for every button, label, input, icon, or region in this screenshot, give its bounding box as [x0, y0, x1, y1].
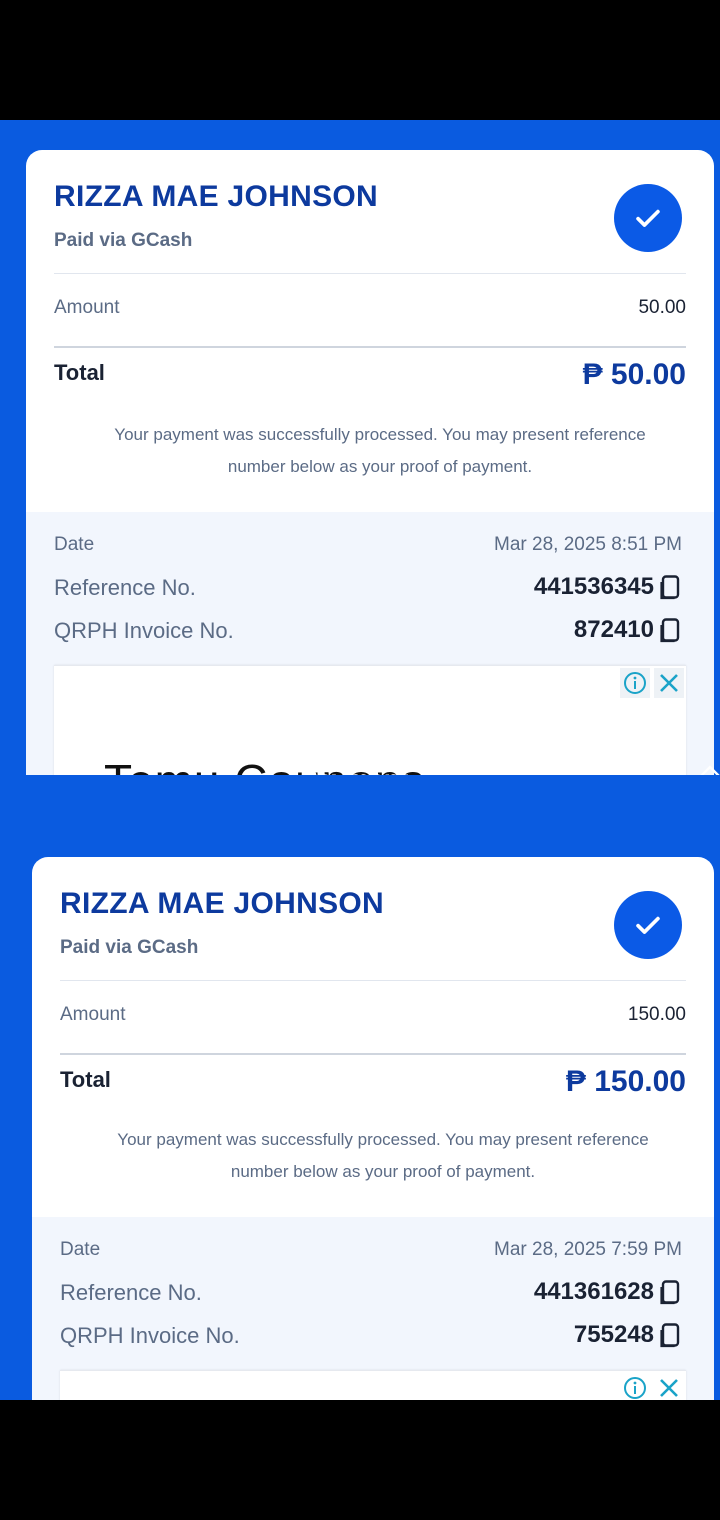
date-label: Date [54, 534, 95, 555]
total-label: Total [54, 360, 105, 385]
receipt-panel-2: RIZZA MAE JOHNSON Paid via GCash Amount … [0, 775, 720, 1400]
ad-controls [620, 1373, 684, 1400]
close-icon[interactable] [654, 1373, 684, 1400]
invoice-label: QRPH Invoice No. [54, 618, 234, 643]
success-message-line: Your payment was successfully processed.… [117, 1130, 649, 1149]
amount-label: Amount [54, 297, 120, 318]
receipt-card: RIZZA MAE JOHNSON Paid via GCash Amount … [26, 150, 714, 775]
reference-label: Reference No. [54, 575, 196, 600]
divider [60, 980, 686, 981]
invoice-value: 755248 [573, 1321, 654, 1348]
close-icon[interactable] [654, 668, 684, 698]
divider [54, 273, 686, 274]
divider [54, 346, 686, 348]
success-message: Your payment was successfully processed.… [66, 419, 694, 483]
info-icon[interactable] [620, 668, 650, 698]
total-value: ₱ 50.00 [582, 358, 686, 391]
date-value: Mar 28, 2025 8:51 PM [494, 534, 682, 555]
ad-banner[interactable] [60, 1370, 686, 1400]
success-message-line: number below as your proof of payment. [230, 1162, 536, 1181]
reference-value: 441361628 [533, 1278, 654, 1305]
date-label: Date [60, 1239, 101, 1260]
amount-label: Amount [60, 1004, 126, 1025]
date-value: Mar 28, 2025 7:59 PM [494, 1239, 682, 1260]
amount-value: 150.00 [627, 1004, 686, 1025]
transaction-details: Date Mar 28, 2025 8:51 PM Reference No. … [26, 512, 714, 775]
reference-value: 441536345 [533, 573, 654, 600]
success-message-line: Your payment was successfully processed.… [114, 425, 646, 444]
copy-icon[interactable] [660, 618, 682, 644]
divider [60, 1053, 686, 1055]
ad-banner[interactable]: Temu Coupons [54, 665, 686, 775]
success-message-line: number below as your proof of payment. [227, 457, 533, 476]
payment-method: Paid via GCash [54, 230, 193, 251]
total-label: Total [60, 1067, 111, 1092]
payment-method: Paid via GCash [60, 937, 199, 958]
payer-name: RIZZA MAE JOHNSON [60, 887, 384, 920]
copy-icon[interactable] [660, 1323, 682, 1349]
payer-name: RIZZA MAE JOHNSON [54, 180, 378, 213]
chevron-up-icon[interactable] [698, 760, 720, 775]
ad-controls [620, 668, 684, 698]
reference-label: Reference No. [60, 1280, 202, 1305]
info-icon[interactable] [620, 1373, 650, 1400]
invoice-label: QRPH Invoice No. [60, 1323, 240, 1348]
copy-icon[interactable] [660, 575, 682, 601]
success-message: Your payment was successfully processed.… [72, 1124, 694, 1188]
amount-value: 50.00 [638, 297, 686, 318]
copy-icon[interactable] [660, 1280, 682, 1306]
invoice-value: 872410 [573, 616, 654, 643]
transaction-details: Date Mar 28, 2025 7:59 PM Reference No. … [32, 1217, 714, 1400]
check-icon [614, 184, 682, 252]
check-icon [614, 891, 682, 959]
total-value: ₱ 150.00 [565, 1065, 686, 1098]
receipt-card: RIZZA MAE JOHNSON Paid via GCash Amount … [32, 857, 714, 1400]
receipt-panel-1: RIZZA MAE JOHNSON Paid via GCash Amount … [0, 120, 720, 775]
